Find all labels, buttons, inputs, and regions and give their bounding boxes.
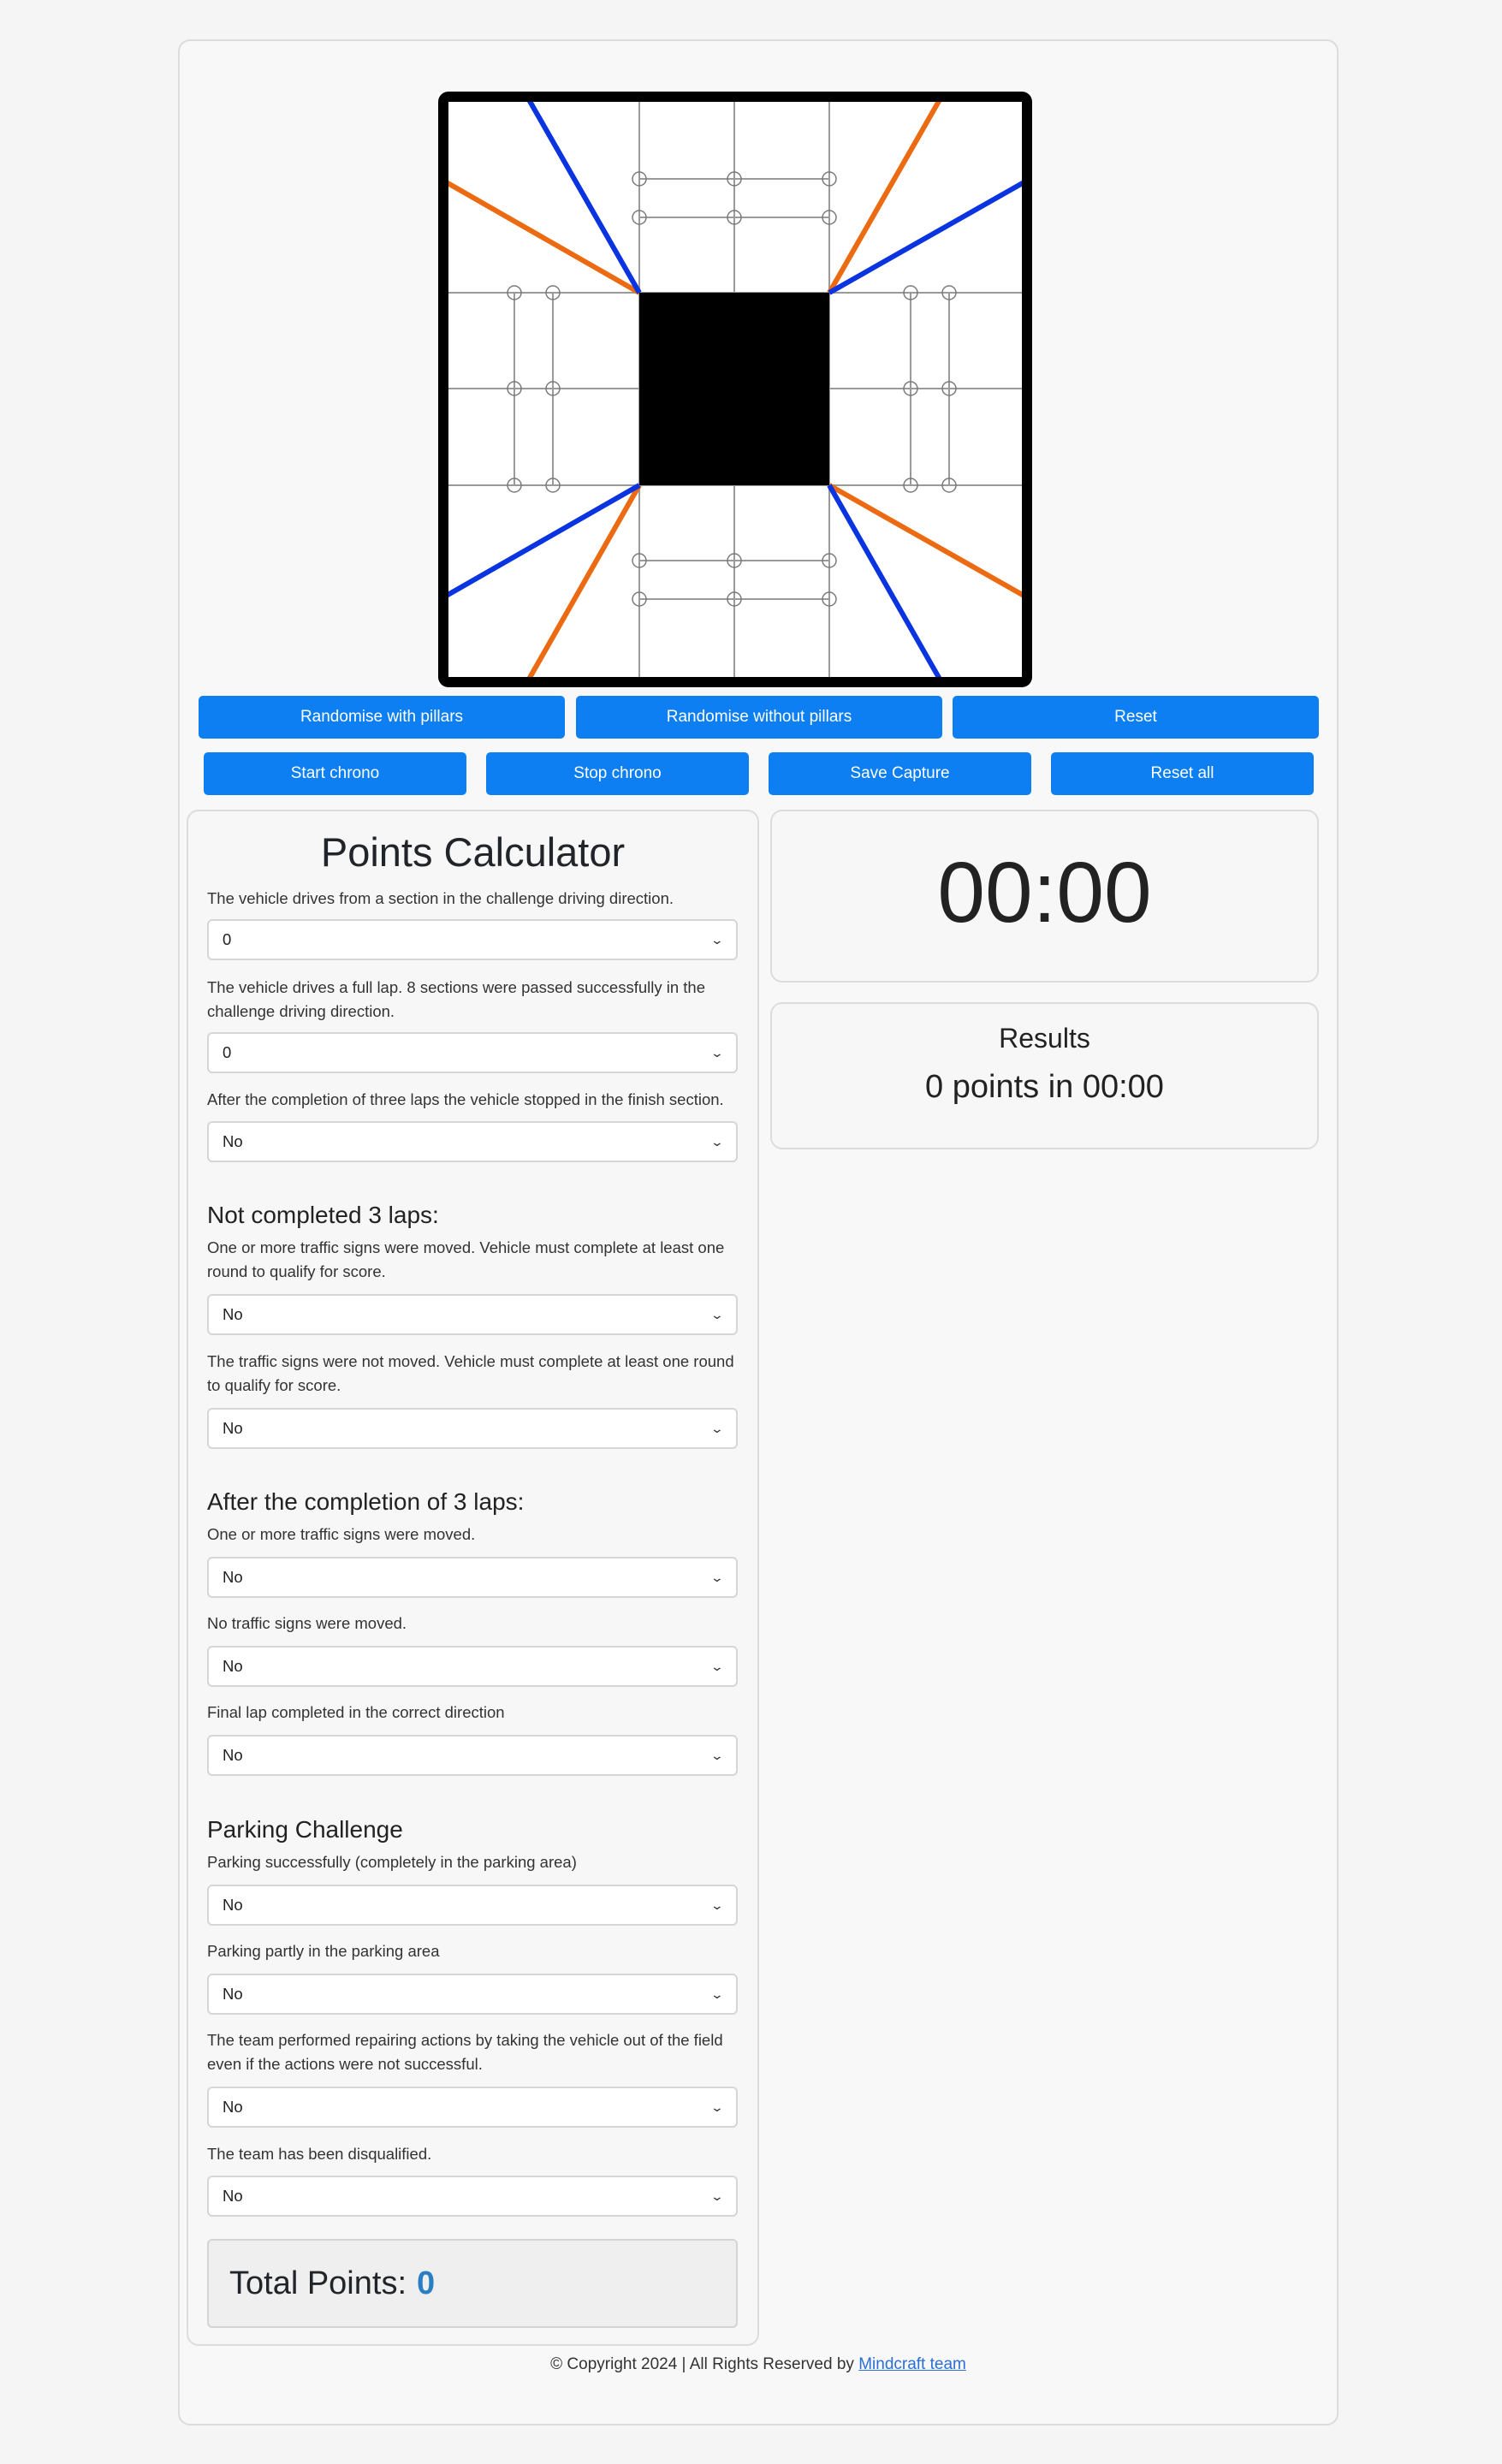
question-7-select[interactable]: No ⌄ bbox=[207, 1646, 738, 1687]
randomise-with-pillars-button[interactable]: Randomise with pillars bbox=[199, 696, 565, 739]
question-3-select[interactable]: No ⌄ bbox=[207, 1121, 738, 1162]
question-10-label: Parking partly in the parking area bbox=[207, 1942, 440, 1960]
footer-text: © Copyright 2024 | All Rights Reserved b… bbox=[550, 2355, 854, 2373]
question-12-label: The team has been disqualified. bbox=[207, 2145, 432, 2163]
chevron-down-icon: ⌄ bbox=[709, 1134, 725, 1149]
question-12-select[interactable]: No ⌄ bbox=[207, 2176, 738, 2217]
reset-all-button[interactable]: Reset all bbox=[1051, 752, 1314, 795]
question-7-label: No traffic signs were moved. bbox=[207, 1614, 407, 1632]
chevron-down-icon: ⌄ bbox=[709, 1659, 725, 1673]
question-11-value: No bbox=[223, 2098, 243, 2116]
question-1-select[interactable]: 0 ⌄ bbox=[207, 919, 738, 960]
total-points-value: 0 bbox=[417, 2265, 436, 2301]
question-5-label: The traffic signs were not moved. Vehicl… bbox=[207, 1352, 734, 1394]
results-summary: 0 points in 00:00 bbox=[925, 1069, 1164, 1105]
chevron-down-icon: ⌄ bbox=[709, 2099, 725, 2114]
question-5-select[interactable]: No ⌄ bbox=[207, 1408, 738, 1449]
chevron-down-icon: ⌄ bbox=[709, 1748, 725, 1762]
question-10-value: No bbox=[223, 1985, 243, 2003]
question-1-label: The vehicle drives from a section in the… bbox=[207, 889, 674, 907]
start-chrono-button[interactable]: Start chrono bbox=[204, 752, 466, 795]
question-4-select[interactable]: No ⌄ bbox=[207, 1294, 738, 1335]
question-9-label: Parking successfully (completely in the … bbox=[207, 1853, 577, 1871]
calculator-title: Points Calculator bbox=[320, 829, 626, 875]
stop-chrono-button[interactable]: Stop chrono bbox=[486, 752, 749, 795]
results-panel: Results 0 points in 00:00 bbox=[770, 1002, 1319, 1149]
section-not-completed-heading: Not completed 3 laps: bbox=[207, 1202, 439, 1228]
save-capture-button[interactable]: Save Capture bbox=[769, 752, 1031, 795]
question-4-value: No bbox=[223, 1305, 243, 1323]
question-6-select[interactable]: No ⌄ bbox=[207, 1557, 738, 1598]
question-6-value: No bbox=[223, 1568, 243, 1586]
question-10-select[interactable]: No ⌄ bbox=[207, 1974, 738, 2015]
results-title: Results bbox=[999, 1023, 1090, 1054]
total-points-label: Total Points: bbox=[229, 2265, 407, 2301]
chevron-down-icon: ⌄ bbox=[709, 1421, 725, 1435]
section-parking-heading: Parking Challenge bbox=[207, 1816, 403, 1843]
question-2-value: 0 bbox=[223, 1043, 232, 1061]
section-after-heading: After the completion of 3 laps: bbox=[207, 1488, 525, 1515]
question-2-select[interactable]: 0 ⌄ bbox=[207, 1032, 738, 1073]
question-7-value: No bbox=[223, 1657, 243, 1675]
chevron-down-icon: ⌄ bbox=[709, 1897, 725, 1912]
chevron-down-icon: ⌄ bbox=[709, 932, 725, 947]
question-11-label: The team performed repairing actions by … bbox=[207, 2031, 723, 2073]
chevron-down-icon: ⌄ bbox=[709, 1986, 725, 2001]
points-calculator-panel: Points Calculator The vehicle drives fro… bbox=[187, 810, 759, 2346]
question-4-label: One or more traffic signs were moved. Ve… bbox=[207, 1238, 725, 1280]
question-9-select[interactable]: No ⌄ bbox=[207, 1885, 738, 1926]
chevron-down-icon: ⌄ bbox=[709, 1570, 725, 1584]
chevron-down-icon: ⌄ bbox=[709, 2188, 725, 2203]
question-8-value: No bbox=[223, 1746, 243, 1764]
footer: © Copyright 2024 | All Rights Reserved b… bbox=[178, 2355, 1339, 2374]
chrono-display: 00:00 bbox=[937, 845, 1152, 941]
randomise-without-pillars-button[interactable]: Randomise without pillars bbox=[576, 696, 942, 739]
chevron-down-icon: ⌄ bbox=[709, 1307, 725, 1321]
chrono-panel: 00:00 bbox=[770, 810, 1319, 983]
question-1-value: 0 bbox=[223, 930, 232, 948]
center-block bbox=[639, 293, 829, 485]
question-3-label: After the completion of three laps the v… bbox=[207, 1090, 724, 1108]
question-2-label: The vehicle drives a full lap. 8 section… bbox=[207, 978, 706, 1020]
field-map-canvas bbox=[438, 92, 1032, 687]
question-9-value: No bbox=[223, 1896, 243, 1914]
chevron-down-icon: ⌄ bbox=[709, 1045, 725, 1060]
question-6-label: One or more traffic signs were moved. bbox=[207, 1525, 476, 1543]
question-8-label: Final lap completed in the correct direc… bbox=[207, 1703, 505, 1721]
reset-button[interactable]: Reset bbox=[953, 696, 1319, 739]
question-11-select[interactable]: No ⌄ bbox=[207, 2087, 738, 2128]
question-5-value: No bbox=[223, 1419, 243, 1437]
question-12-value: No bbox=[223, 2187, 243, 2205]
total-points-box: Total Points: 0 bbox=[207, 2239, 738, 2328]
field-map bbox=[438, 92, 1032, 687]
footer-link[interactable]: Mindcraft team bbox=[858, 2355, 966, 2373]
question-3-value: No bbox=[223, 1132, 243, 1150]
question-8-select[interactable]: No ⌄ bbox=[207, 1735, 738, 1776]
